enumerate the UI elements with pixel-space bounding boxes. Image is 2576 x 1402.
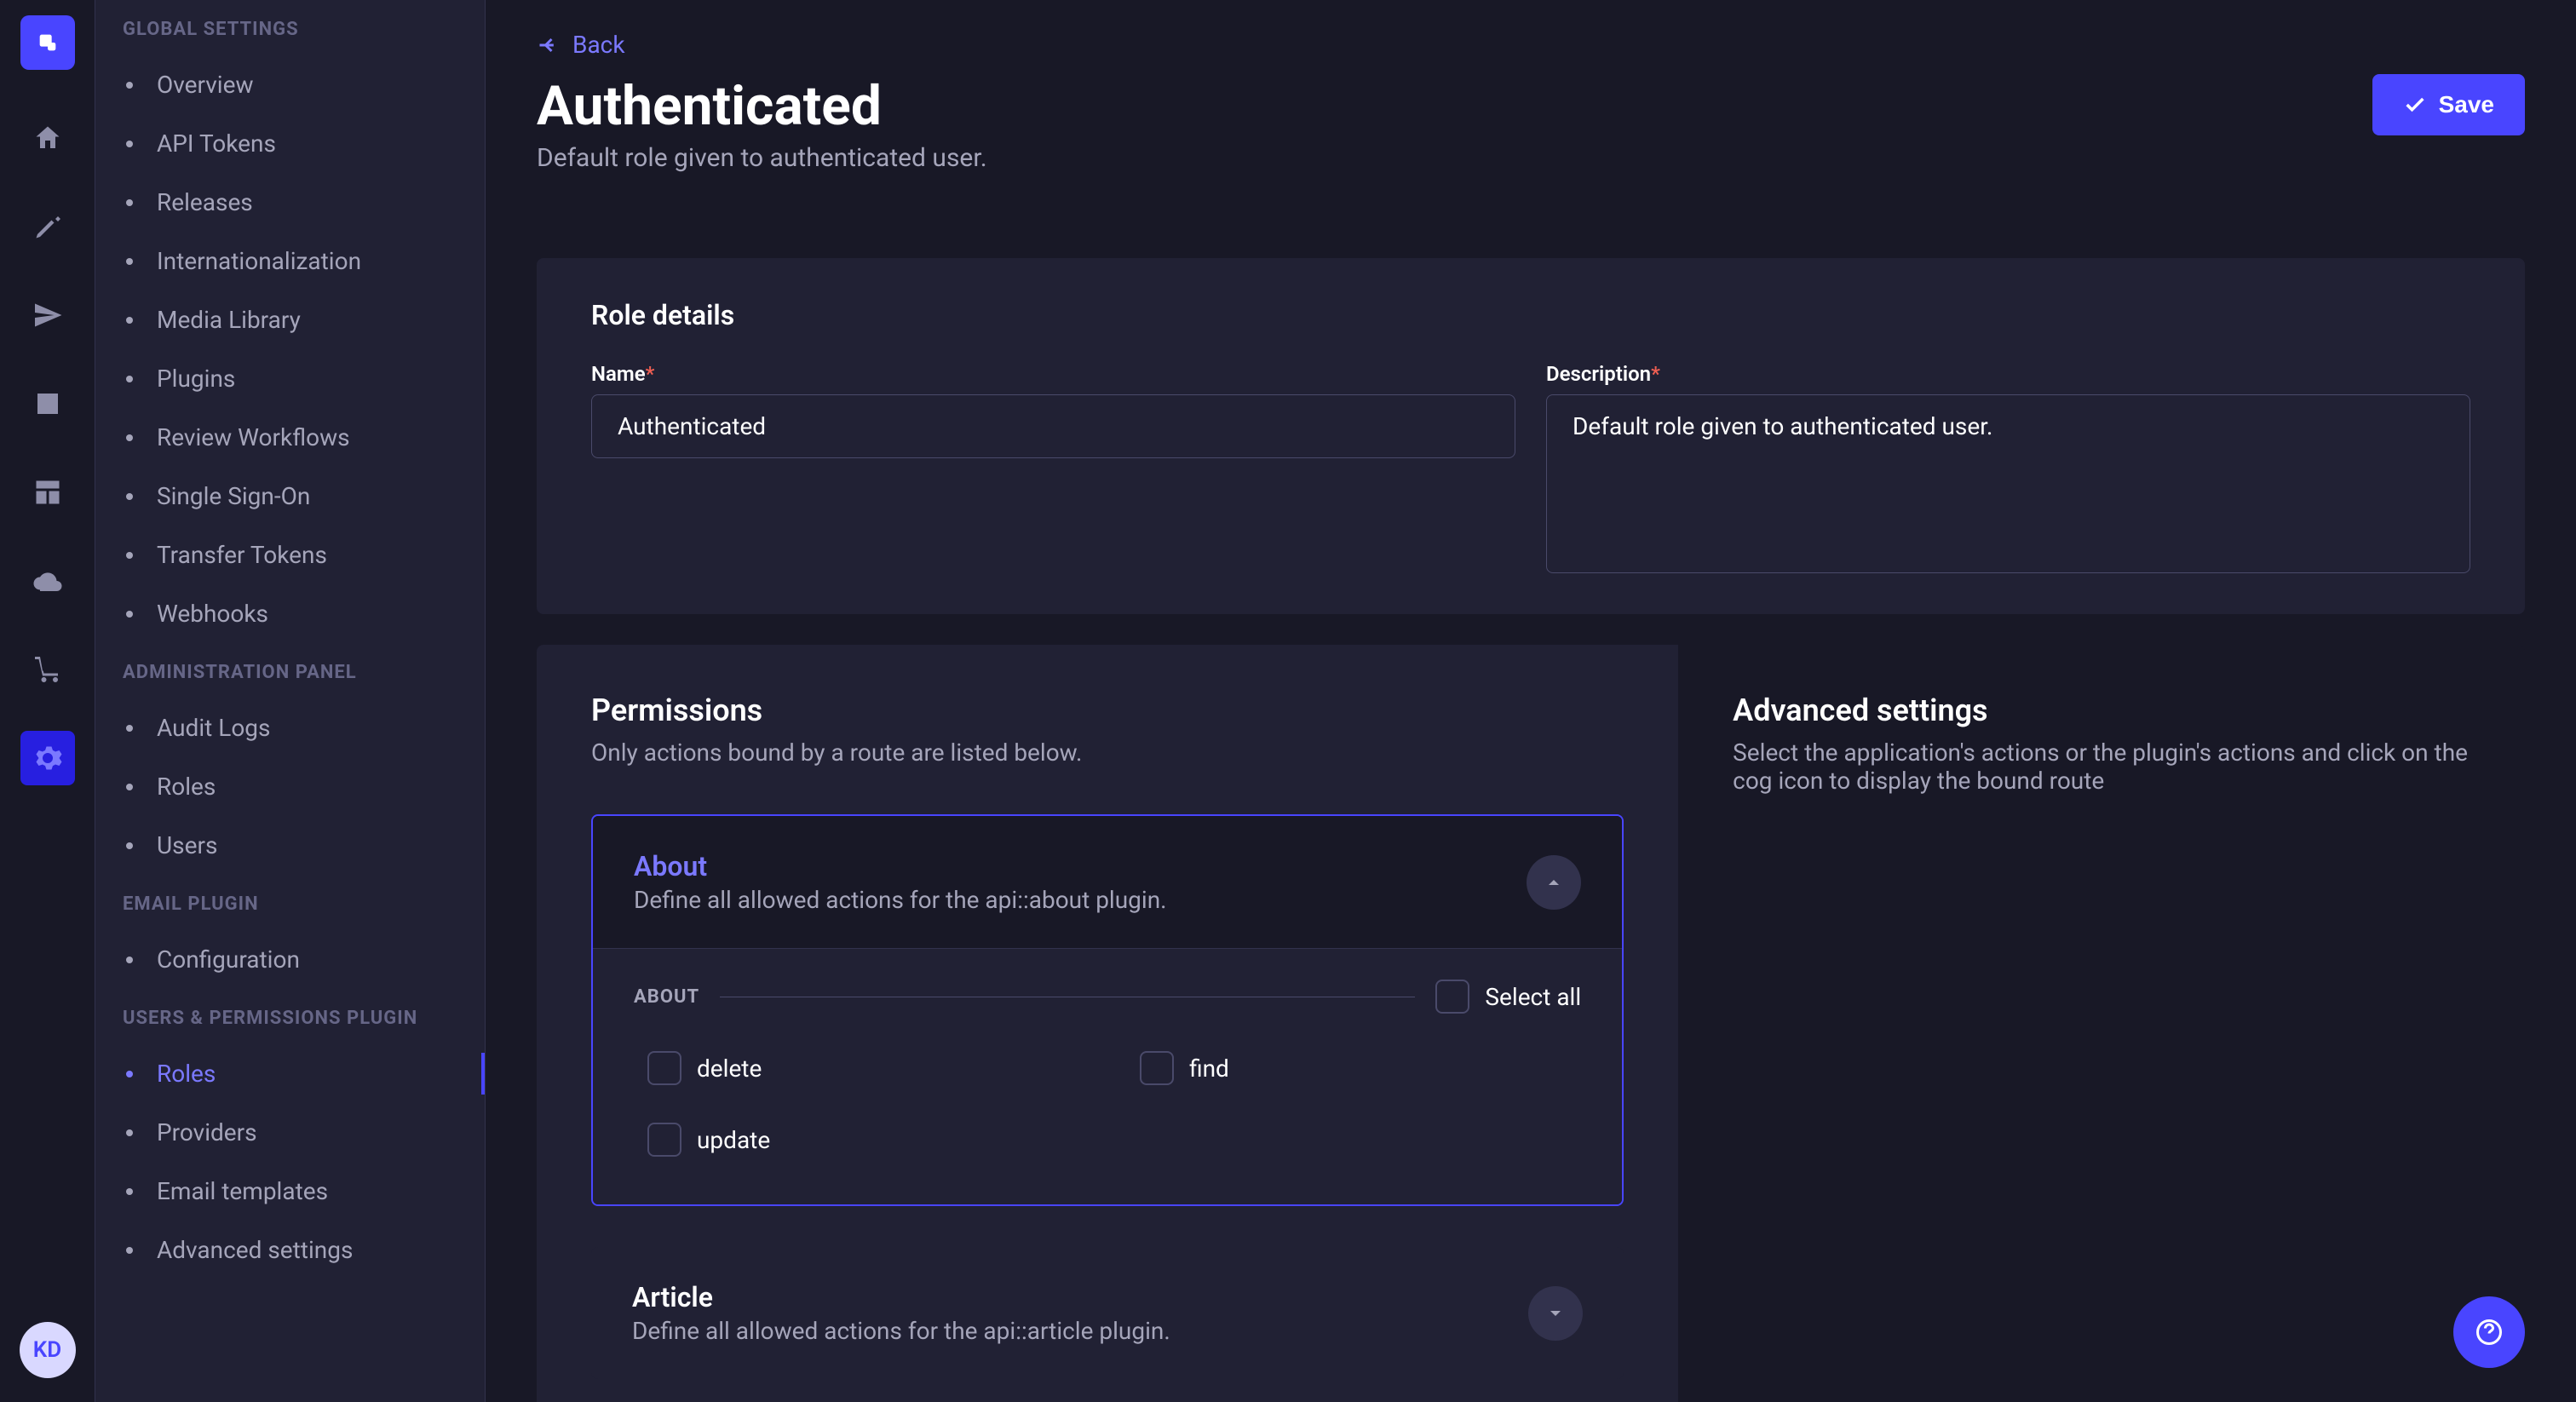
accordion-about: About Define all allowed actions for the… [591,814,1624,1206]
accordion-article-title: Article [632,1281,1170,1313]
chevron-down-icon [1545,1303,1566,1324]
advanced-settings-panel: Advanced settings Select the application… [1678,645,2525,1402]
home-icon[interactable] [20,111,75,165]
name-label: Name* [591,362,1515,386]
section-admin-title: ADMINISTRATION PANEL [111,643,469,698]
role-details-title: Role details [591,299,2470,331]
check-icon [2403,93,2427,117]
name-input[interactable] [591,394,1515,458]
send-icon[interactable] [20,288,75,342]
layout-icon[interactable] [20,465,75,520]
sidebar-item-releases[interactable]: Releases [111,173,469,232]
select-all-checkbox[interactable] [1435,980,1469,1014]
perm-item-delete[interactable]: delete [647,1051,1089,1085]
desc-label: Description* [1546,362,2470,386]
checkbox-find[interactable] [1140,1051,1174,1085]
question-icon [2474,1317,2504,1347]
accordion-article[interactable]: Article Define all allowed actions for t… [591,1247,1624,1379]
cart-icon[interactable] [20,642,75,697]
perm-label: update [697,1126,770,1154]
section-global-title: GLOBAL SETTINGS [111,0,469,55]
role-details-panel: Role details Name* Description* [537,258,2525,614]
sidebar-item-webhooks[interactable]: Webhooks [111,584,469,643]
advanced-desc: Select the application's actions or the … [1733,738,2470,795]
perm-item-update[interactable]: update [647,1123,1089,1157]
sidebar-item-transfer-tokens[interactable]: Transfer Tokens [111,526,469,584]
desc-input[interactable] [1546,394,2470,573]
back-label: Back [572,31,625,59]
accordion-about-subtitle: Define all allowed actions for the api::… [634,886,1167,914]
section-email-title: EMAIL PLUGIN [111,875,469,930]
chevron-up-icon [1544,872,1564,893]
help-button[interactable] [2453,1296,2525,1368]
permissions-panel: Permissions Only actions bound by a rout… [537,645,1678,1402]
sidebar-item-sso[interactable]: Single Sign-On [111,467,469,526]
sidebar-item-overview[interactable]: Overview [111,55,469,114]
sidebar-item-up-providers[interactable]: Providers [111,1103,469,1162]
sidebar-item-plugins[interactable]: Plugins [111,349,469,408]
perm-item-find[interactable]: find [1140,1051,1581,1085]
pen-icon[interactable] [20,199,75,254]
accordion-about-title: About [634,850,1167,882]
advanced-title: Advanced settings [1733,692,2470,728]
perm-label: find [1189,1054,1229,1083]
app-logo[interactable] [20,15,75,70]
sidebar-item-admin-roles[interactable]: Roles [111,757,469,816]
checkbox-delete[interactable] [647,1051,681,1085]
sidebar-item-audit-logs[interactable]: Audit Logs [111,698,469,757]
main-content: Back Authenticated Default role given to… [486,0,2576,1402]
permissions-desc: Only actions bound by a route are listed… [591,738,1624,767]
checkbox-update[interactable] [647,1123,681,1157]
avatar[interactable]: KD [20,1322,76,1378]
sidebar-item-up-roles[interactable]: Roles [111,1044,469,1103]
settings-sidebar: GLOBAL SETTINGS Overview API Tokens Rele… [95,0,486,1402]
image-icon[interactable] [20,376,75,431]
sidebar-item-admin-users[interactable]: Users [111,816,469,875]
sidebar-item-review-workflows[interactable]: Review Workflows [111,408,469,467]
perm-label: delete [697,1054,762,1083]
about-section-label: ABOUT [634,986,699,1008]
cloud-icon[interactable] [20,554,75,608]
accordion-about-toggle[interactable] [1527,855,1581,910]
sidebar-item-api-tokens[interactable]: API Tokens [111,114,469,173]
accordion-article-subtitle: Define all allowed actions for the api::… [632,1317,1170,1345]
sidebar-item-up-email-templates[interactable]: Email templates [111,1162,469,1221]
sidebar-item-up-advanced[interactable]: Advanced settings [111,1221,469,1279]
accordion-about-header[interactable]: About Define all allowed actions for the… [593,816,1622,948]
select-all-label: Select all [1485,983,1581,1011]
accordion-article-toggle[interactable] [1528,1286,1583,1341]
page-subtitle: Default role given to authenticated user… [537,143,987,173]
sidebar-item-internationalization[interactable]: Internationalization [111,232,469,290]
page-title: Authenticated [537,74,987,138]
gear-icon[interactable] [20,731,75,785]
arrow-left-icon [537,33,561,57]
icon-rail: KD [0,0,95,1402]
sidebar-item-media-library[interactable]: Media Library [111,290,469,349]
save-label: Save [2439,91,2494,118]
save-button[interactable]: Save [2372,74,2525,135]
back-link[interactable]: Back [537,31,625,59]
permissions-title: Permissions [591,692,1624,728]
sidebar-item-email-config[interactable]: Configuration [111,930,469,989]
section-users-title: USERS & PERMISSIONS PLUGIN [111,989,469,1044]
